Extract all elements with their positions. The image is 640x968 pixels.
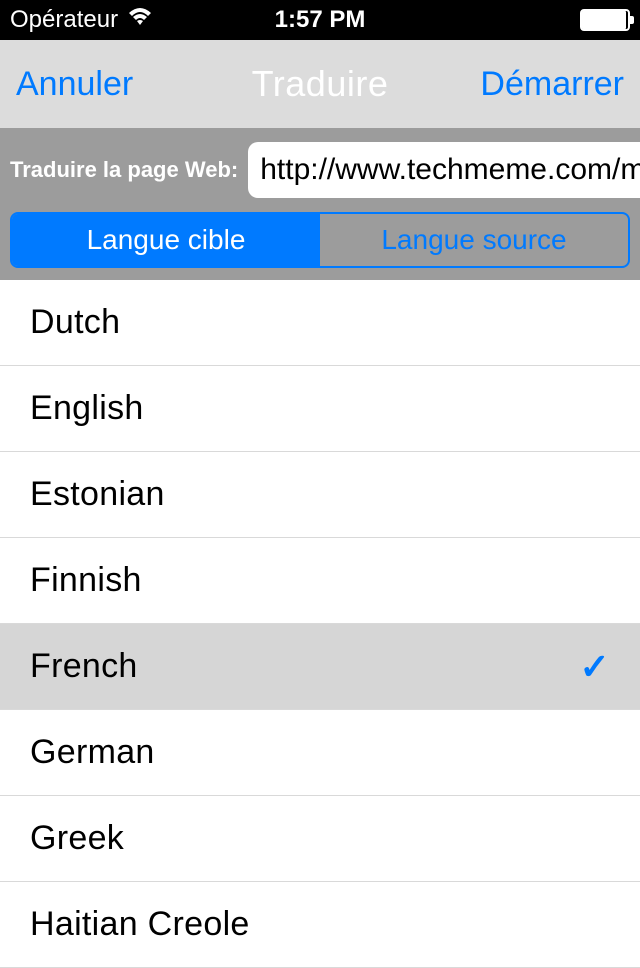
- list-item[interactable]: French ✓: [0, 624, 640, 710]
- list-item[interactable]: Greek: [0, 796, 640, 882]
- language-label: Greek: [30, 819, 124, 858]
- language-label: English: [30, 389, 144, 428]
- list-item[interactable]: Haitian Creole: [0, 882, 640, 968]
- segment-source-language[interactable]: Langue source: [320, 214, 628, 266]
- toolbar: Traduire la page Web: Langue cible Langu…: [0, 128, 640, 280]
- list-item[interactable]: Finnish: [0, 538, 640, 624]
- start-button[interactable]: Démarrer: [480, 65, 624, 104]
- segmented-control: Langue cible Langue source: [10, 212, 630, 268]
- cancel-button[interactable]: Annuler: [16, 65, 133, 104]
- wifi-icon: [126, 6, 154, 34]
- list-item[interactable]: English: [0, 366, 640, 452]
- list-item[interactable]: German: [0, 710, 640, 796]
- status-bar: Opérateur 1:57 PM: [0, 0, 640, 40]
- nav-bar: Annuler Traduire Démarrer: [0, 40, 640, 128]
- status-left: Opérateur: [10, 6, 154, 34]
- language-label: Dutch: [30, 303, 120, 342]
- checkmark-icon: ✓: [580, 646, 610, 688]
- url-label: Traduire la page Web:: [10, 157, 238, 183]
- language-list: Dutch English Estonian Finnish French ✓ German…: [0, 280, 640, 968]
- segment-target-language[interactable]: Langue cible: [12, 214, 320, 266]
- status-time: 1:57 PM: [275, 6, 366, 34]
- carrier-label: Opérateur: [10, 6, 118, 34]
- page-title: Traduire: [252, 63, 389, 105]
- language-label: Haitian Creole: [30, 905, 250, 944]
- url-input[interactable]: [248, 142, 640, 198]
- list-item[interactable]: Estonian: [0, 452, 640, 538]
- battery-icon: [580, 9, 630, 31]
- url-row: Traduire la page Web:: [10, 142, 630, 198]
- list-item[interactable]: Dutch: [0, 280, 640, 366]
- status-right: [576, 9, 630, 31]
- language-label: German: [30, 733, 155, 772]
- language-label: Estonian: [30, 475, 165, 514]
- language-label: French: [30, 647, 138, 686]
- language-label: Finnish: [30, 561, 142, 600]
